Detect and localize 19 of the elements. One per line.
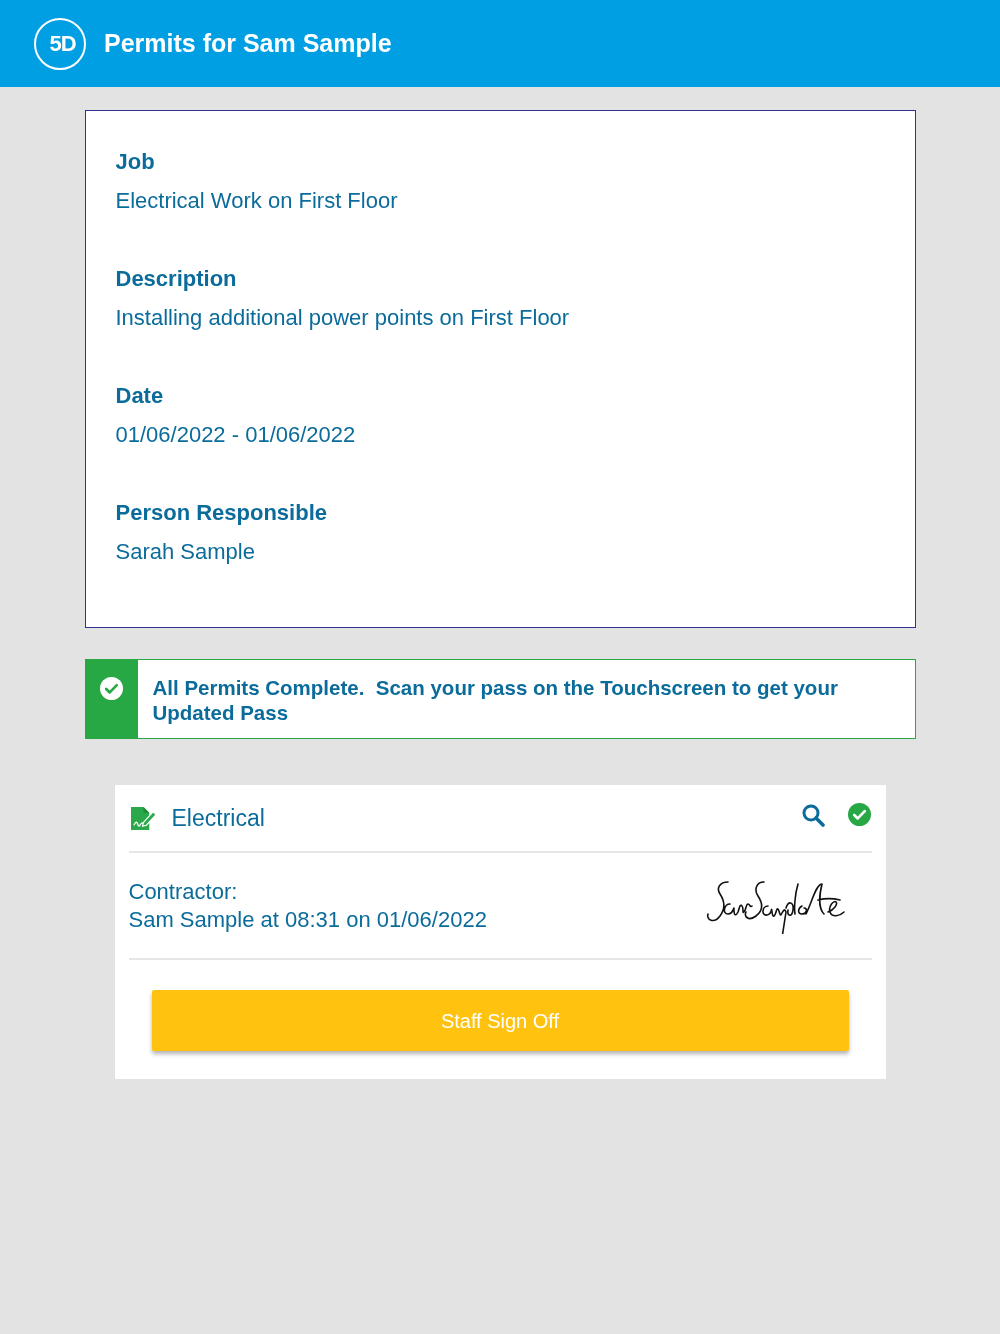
search-icon <box>801 802 825 827</box>
contractor-value: Sam Sample at 08:31 on 01/06/2022 <box>128 905 487 934</box>
permit-title: Electrical <box>171 803 265 833</box>
staff-sign-off-button[interactable]: Staff Sign Off <box>151 990 849 1051</box>
detail-label: Job <box>115 148 155 176</box>
detail-value: Installing additional power points on First Floor <box>115 304 570 332</box>
contractor-label: Contractor: <box>128 877 238 906</box>
logo: 5D <box>34 17 86 70</box>
document-pen-icon <box>129 805 157 831</box>
detail-value: Sarah Sample <box>115 538 255 566</box>
alert-message: All Permits Complete. Scan your pass on the Touchscreen to get your Updated Pass <box>151 675 839 726</box>
detail-label: Description <box>115 265 237 293</box>
detail-label: Date <box>115 382 164 410</box>
detail-value: 01/06/2022 - 01/06/2022 <box>115 421 356 449</box>
search-button[interactable] <box>800 802 826 827</box>
page-title: Permits for Sam Sample <box>104 27 392 59</box>
detail-label: Person Responsible <box>115 499 327 527</box>
detail-value: Electrical Work on First Floor <box>115 187 398 215</box>
check-circle-icon <box>100 677 123 700</box>
